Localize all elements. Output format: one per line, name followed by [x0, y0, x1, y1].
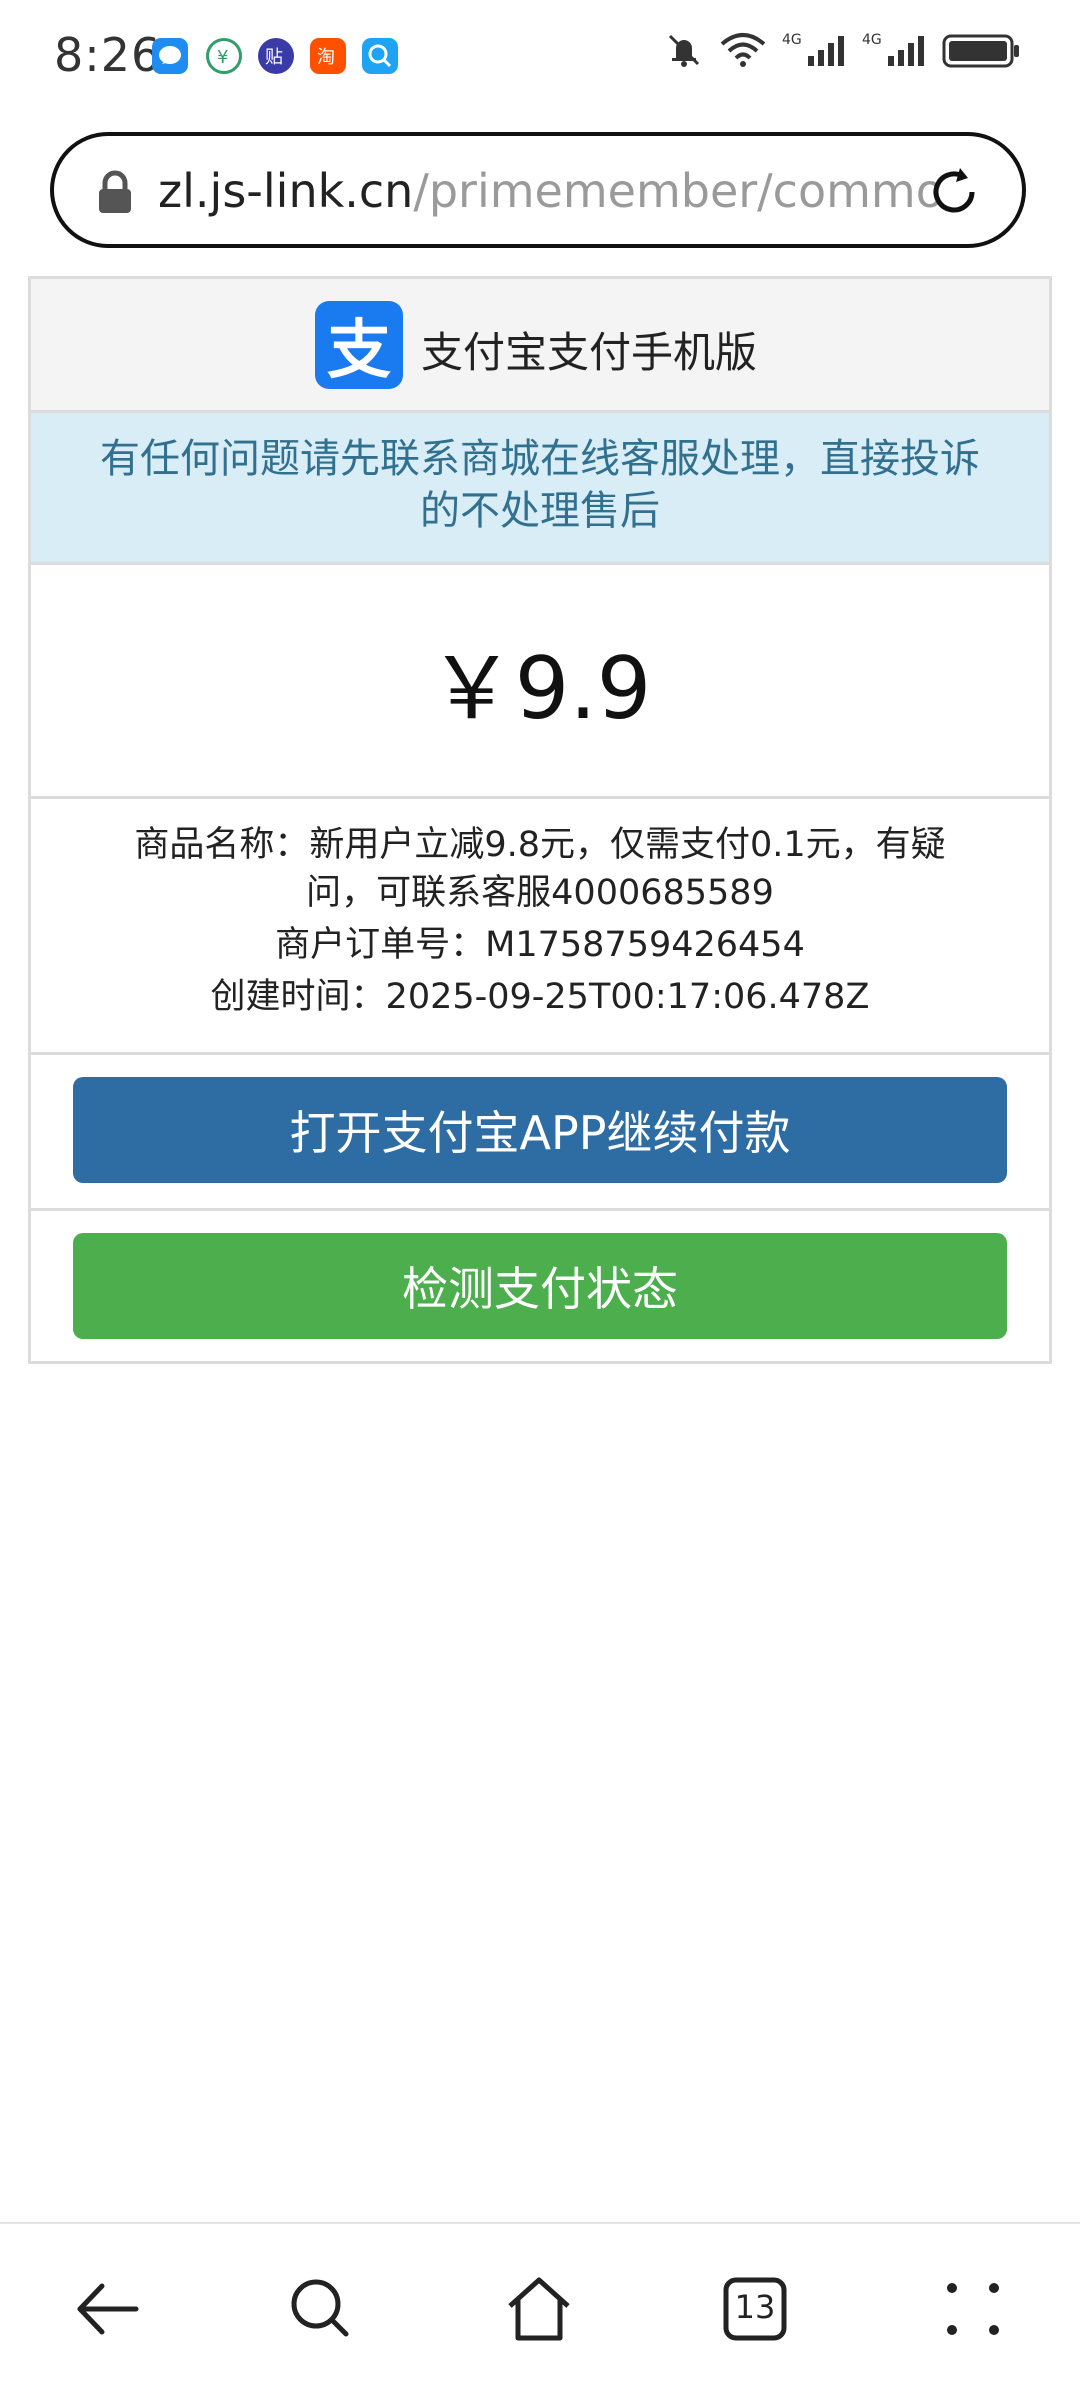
svg-text:淘: 淘 [317, 47, 335, 68]
svg-text:4G: 4G [782, 32, 802, 48]
app-icon: ¥ [206, 38, 242, 74]
address-bar[interactable]: zl.js-link.cn/primemember/commo [50, 132, 1026, 248]
amount-section: ￥9.9 [31, 565, 1049, 799]
check-status-section: 检测支付状态 [31, 1211, 1049, 1361]
more-menu-icon[interactable] [938, 2274, 1008, 2344]
svg-text:贴: 贴 [265, 47, 283, 68]
notification-bubble-icon [152, 38, 188, 74]
app-icon: 贴 [258, 38, 294, 74]
signal-4g-icon: 4G [782, 32, 844, 66]
svg-text:¥: ¥ [217, 47, 228, 68]
order-number: 商户订单号：M1758759426454 [275, 925, 805, 965]
url-text[interactable]: zl.js-link.cn/primemember/commo [158, 164, 938, 218]
alipay-logo: 支 [315, 301, 403, 389]
open-app-section: 打开支付宝APP继续付款 [31, 1055, 1049, 1211]
url-host: zl.js-link.cn [158, 164, 414, 218]
reload-icon[interactable] [924, 162, 984, 222]
search-icon[interactable] [286, 2274, 356, 2344]
status-bar: 8:26 ¥ 贴 淘 4G 4G [0, 0, 1080, 116]
tabs-button[interactable]: 13 [720, 2274, 790, 2344]
search-app-icon [362, 38, 398, 74]
open-alipay-app-button[interactable]: 打开支付宝APP继续付款 [73, 1077, 1007, 1183]
payment-card: 支 支付宝支付手机版 有任何问题请先联系商城在线客服处理，直接投诉的不处理售后 … [28, 276, 1052, 1364]
lock-icon [99, 170, 131, 213]
tab-count: 13 [734, 2288, 776, 2326]
mute-bell-icon [668, 34, 700, 67]
notice-banner: 有任何问题请先联系商城在线客服处理，直接投诉的不处理售后 [31, 413, 1049, 565]
back-arrow-icon[interactable] [72, 2274, 142, 2344]
page-title: 支付宝支付手机版 [421, 328, 758, 377]
wifi-icon [720, 33, 766, 67]
home-icon[interactable] [504, 2274, 574, 2344]
signal-4g-icon: 4G [862, 32, 924, 66]
status-icons: 4G 4G [664, 30, 1022, 70]
url-path: /primemember/commo [413, 164, 938, 218]
card-header: 支 支付宝支付手机版 [31, 279, 1049, 413]
check-payment-status-button[interactable]: 检测支付状态 [73, 1233, 1007, 1339]
status-time: 8:26 [54, 28, 162, 82]
battery-icon [942, 34, 1019, 68]
amount-value: ￥9.9 [428, 639, 652, 739]
taobao-icon: 淘 [310, 38, 346, 74]
order-info: 商品名称：新用户立减9.8元，仅需支付0.1元，有疑问，可联系客服4000685… [31, 799, 1049, 1055]
bottom-nav: 13 [0, 2222, 1080, 2390]
product-name: 商品名称：新用户立减9.8元，仅需支付0.1元，有疑问，可联系客服4000685… [134, 825, 946, 913]
svg-text:4G: 4G [862, 32, 882, 48]
created-time: 创建时间：2025-09-25T00:17:06.478Z [210, 977, 870, 1017]
